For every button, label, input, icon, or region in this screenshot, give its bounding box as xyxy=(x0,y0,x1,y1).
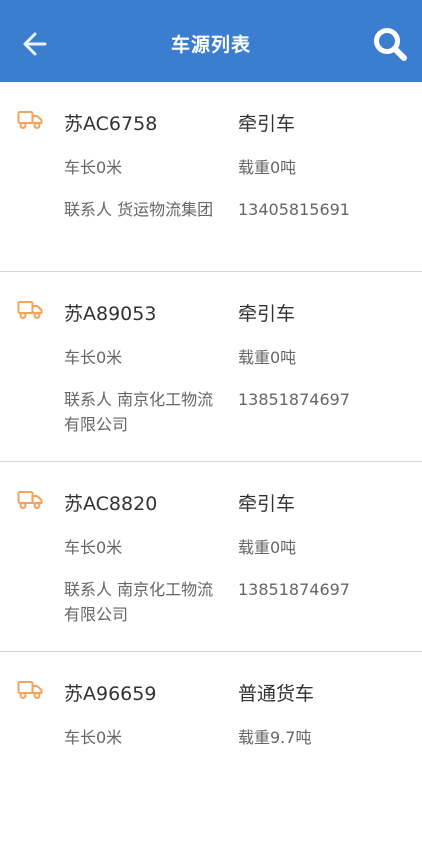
vehicle-card[interactable]: 苏AC8820 牵引车 车长0米 载重0吨 联系人 南京化工物流有限公司 138… xyxy=(0,462,422,652)
vehicle-plate: 苏A96659 xyxy=(64,683,157,705)
vehicle-contact: 联系人 南京化工物流有限公司 xyxy=(64,390,214,434)
vehicle-list: 苏AC6758 牵引车 车长0米 载重0吨 联系人 货运物流集团 1340581… xyxy=(0,82,422,841)
vehicle-plate: 苏AC8820 xyxy=(64,493,158,515)
app-header: 车源列表 xyxy=(0,0,422,82)
truck-icon xyxy=(17,301,43,319)
vehicle-phone[interactable]: 13405815691 xyxy=(238,197,350,222)
vehicle-length: 车长0米 xyxy=(64,728,123,747)
vehicle-phone[interactable]: 13851874697 xyxy=(238,387,350,412)
vehicle-plate: 苏AC6758 xyxy=(64,113,158,135)
vehicle-load: 载重9.7吨 xyxy=(238,728,312,747)
vehicle-card[interactable]: 苏A96659 普通货车 车长0米 载重9.7吨 xyxy=(0,652,422,841)
search-icon[interactable] xyxy=(372,26,408,62)
vehicle-card[interactable]: 苏A89053 牵引车 车长0米 载重0吨 联系人 南京化工物流有限公司 138… xyxy=(0,272,422,462)
vehicle-contact: 联系人 货运物流集团 xyxy=(64,200,214,219)
vehicle-length: 车长0米 xyxy=(64,538,123,557)
page-title: 车源列表 xyxy=(170,34,251,56)
vehicle-card[interactable]: 苏AC6758 牵引车 车长0米 载重0吨 联系人 货运物流集团 1340581… xyxy=(0,82,422,272)
vehicle-plate: 苏A89053 xyxy=(64,303,157,325)
truck-icon xyxy=(17,491,43,509)
vehicle-load: 载重0吨 xyxy=(238,538,297,557)
vehicle-type: 牵引车 xyxy=(238,303,296,325)
vehicle-load: 载重0吨 xyxy=(238,158,297,177)
vehicle-length: 车长0米 xyxy=(64,158,123,177)
vehicle-load: 载重0吨 xyxy=(238,348,297,367)
truck-icon xyxy=(17,681,43,699)
vehicle-length: 车长0米 xyxy=(64,348,123,367)
vehicle-type: 牵引车 xyxy=(238,493,296,515)
vehicle-type: 普通货车 xyxy=(238,683,315,705)
vehicle-type: 牵引车 xyxy=(238,113,296,135)
vehicle-contact: 联系人 南京化工物流有限公司 xyxy=(64,580,214,624)
truck-icon xyxy=(17,111,43,129)
vehicle-phone[interactable]: 13851874697 xyxy=(238,577,350,602)
